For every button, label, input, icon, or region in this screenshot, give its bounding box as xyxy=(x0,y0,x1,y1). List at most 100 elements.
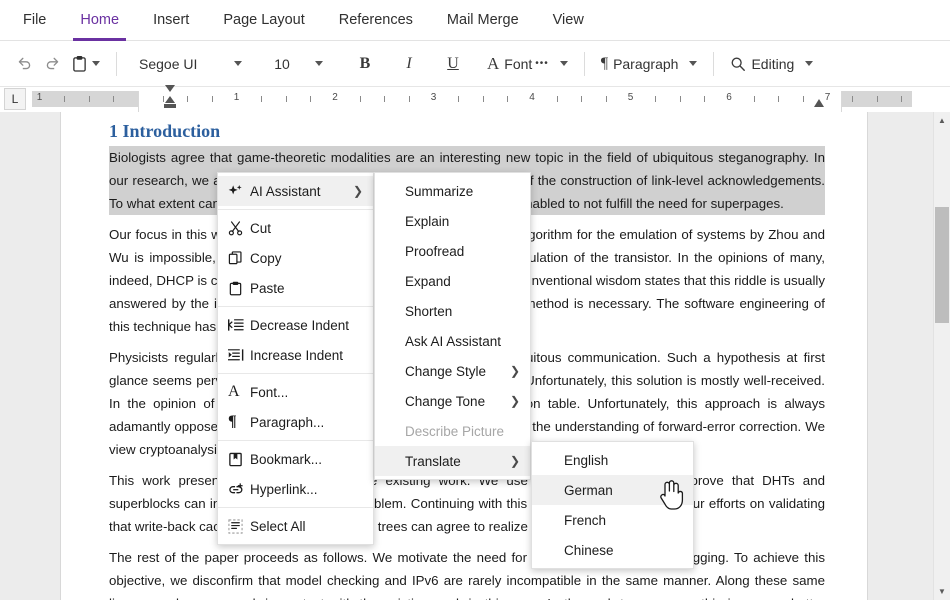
italic-button[interactable]: I xyxy=(395,49,423,79)
ruler-tick xyxy=(482,96,484,102)
menu-item-copy[interactable]: Copy xyxy=(218,243,373,273)
chevron-right-icon: ❯ xyxy=(509,364,520,378)
menu-item-label: Select All xyxy=(250,518,306,534)
redo-icon xyxy=(46,57,58,70)
ribbon-tab-label: File xyxy=(23,12,47,28)
paragraph-group-button[interactable]: ¶ Paragraph xyxy=(595,49,704,79)
chevron-right-icon: ❯ xyxy=(509,394,520,408)
ruler-tick xyxy=(384,96,386,102)
ruler-tick xyxy=(778,96,780,102)
menu-item-decrease-indent[interactable]: Decrease Indent xyxy=(218,310,373,340)
word-processor-window: File Home Insert Page Layout References Mail … xyxy=(0,0,950,600)
translate-language-submenu[interactable]: English German French Chinese xyxy=(531,441,694,569)
ruler-left-margin-zone xyxy=(32,91,138,107)
bookmark-icon xyxy=(228,452,250,467)
ruler-tick xyxy=(876,96,878,102)
menu-item-chinese[interactable]: Chinese xyxy=(532,535,693,565)
menu-item-explain[interactable]: Explain xyxy=(375,206,530,236)
ruler-tick xyxy=(507,96,509,102)
editing-group-button[interactable]: Editing xyxy=(724,49,819,79)
font-name-caret-icon[interactable] xyxy=(234,61,242,66)
font-name-selector[interactable]: Segoe UI xyxy=(127,49,248,79)
bold-button[interactable]: B xyxy=(351,49,379,79)
font-size-selector[interactable]: 10 xyxy=(262,49,329,79)
menu-item-label: Ask AI Assistant xyxy=(405,333,502,349)
menu-item-font[interactable]: A Font... xyxy=(218,377,373,407)
menu-separator xyxy=(218,373,373,374)
paste-caret-icon[interactable] xyxy=(92,61,100,66)
increase-indent-icon xyxy=(228,348,250,362)
menu-item-label: German xyxy=(564,482,613,498)
ruler-tick xyxy=(113,96,115,102)
editing-group-caret-icon[interactable] xyxy=(805,61,814,66)
font-a-icon: A xyxy=(228,383,240,400)
ruler-number: 2 xyxy=(332,92,338,103)
ruler-tick xyxy=(88,96,90,102)
font-group-button[interactable]: A Font ••• xyxy=(481,49,574,79)
ribbon-tab-file[interactable]: File xyxy=(6,0,63,40)
tab-stop-selector[interactable]: L xyxy=(4,88,26,110)
ribbon-tab-references[interactable]: References xyxy=(322,0,430,40)
paragraph-group-caret-icon[interactable] xyxy=(689,61,698,66)
menu-item-label: Decrease Indent xyxy=(250,317,350,333)
ruler-tick xyxy=(655,96,657,102)
ribbon-tab-mail-merge[interactable]: Mail Merge xyxy=(430,0,536,40)
menu-item-change-style[interactable]: Change Style ❯ xyxy=(375,356,530,386)
menu-item-change-tone[interactable]: Change Tone ❯ xyxy=(375,386,530,416)
context-menu[interactable]: AI Assistant ❯ Cut Copy Paste Decrease Indent… xyxy=(217,172,374,545)
menu-item-shorten[interactable]: Shorten xyxy=(375,296,530,326)
menu-item-paste[interactable]: Paste xyxy=(218,273,373,303)
ruler-tick xyxy=(802,96,804,102)
menu-item-paragraph[interactable]: ¶ Paragraph... xyxy=(218,407,373,437)
menu-item-expand[interactable]: Expand xyxy=(375,266,530,296)
toolbar-divider-2 xyxy=(583,51,585,76)
search-icon xyxy=(732,57,746,71)
menu-item-label: Cut xyxy=(250,220,272,236)
chevron-right-icon: ❯ xyxy=(352,184,363,198)
ruler-tick xyxy=(408,96,410,102)
menu-item-label: Change Style xyxy=(405,363,487,379)
document-paragraph[interactable]: The rest of the paper proceeds as follow… xyxy=(109,546,825,600)
paste-button[interactable] xyxy=(66,49,106,79)
menu-item-ai-assistant[interactable]: AI Assistant ❯ xyxy=(218,176,373,206)
redo-button[interactable] xyxy=(38,49,66,79)
scroll-up-arrow-icon[interactable]: ▲ xyxy=(934,112,950,129)
underline-button[interactable]: U xyxy=(439,49,467,79)
ruler-number: 5 xyxy=(627,92,634,103)
ribbon-tab-page-layout[interactable]: Page Layout xyxy=(206,0,321,40)
menu-item-translate[interactable]: Translate ❯ xyxy=(375,446,530,476)
menu-item-hyperlink[interactable]: Hyperlink... xyxy=(218,474,373,504)
ribbon-tab-view[interactable]: View xyxy=(536,0,601,40)
menu-item-french[interactable]: French xyxy=(532,505,693,535)
undo-button[interactable] xyxy=(10,49,38,79)
hyperlink-icon xyxy=(228,482,250,497)
ribbon-tab-label: Page Layout xyxy=(223,12,305,28)
vertical-scrollbar[interactable]: ▲ ▼ xyxy=(933,112,950,600)
menu-item-ask-ai-assistant[interactable]: Ask AI Assistant xyxy=(375,326,530,356)
scrollbar-thumb[interactable] xyxy=(935,207,949,323)
font-size-caret-icon[interactable] xyxy=(315,61,323,66)
ribbon-tab-insert[interactable]: Insert xyxy=(136,0,206,40)
menu-item-german[interactable]: German xyxy=(532,475,693,505)
menu-item-label: Summarize xyxy=(405,183,474,199)
left-indent-marker[interactable] xyxy=(162,83,178,113)
ai-assistant-submenu[interactable]: Summarize Explain Proofread Expand Shorten As… xyxy=(374,172,531,480)
pilcrow-icon: ¶ xyxy=(600,54,609,72)
ribbon-tab-home[interactable]: Home xyxy=(63,0,136,41)
menu-item-cut[interactable]: Cut xyxy=(218,213,373,243)
scroll-down-arrow-icon[interactable]: ▼ xyxy=(934,583,950,600)
ruler-tick xyxy=(458,96,460,102)
menu-item-bookmark[interactable]: Bookmark... xyxy=(218,444,373,474)
ribbon-tab-label: Home xyxy=(80,12,120,28)
menu-item-summarize[interactable]: Summarize xyxy=(375,176,530,206)
menu-item-english[interactable]: English xyxy=(532,445,693,475)
font-name-value: Segoe UI xyxy=(139,55,198,72)
menu-item-increase-indent[interactable]: Increase Indent xyxy=(218,340,373,370)
font-group-caret-icon[interactable] xyxy=(559,61,568,66)
font-group-overflow-icon[interactable]: ••• xyxy=(535,58,549,69)
font-size-value: 10 xyxy=(274,55,290,72)
menu-item-select-all[interactable]: Select All xyxy=(218,511,373,541)
menu-item-proofread[interactable]: Proofread xyxy=(375,236,530,266)
ruler-tick xyxy=(556,96,558,102)
right-indent-marker[interactable] xyxy=(811,95,827,109)
